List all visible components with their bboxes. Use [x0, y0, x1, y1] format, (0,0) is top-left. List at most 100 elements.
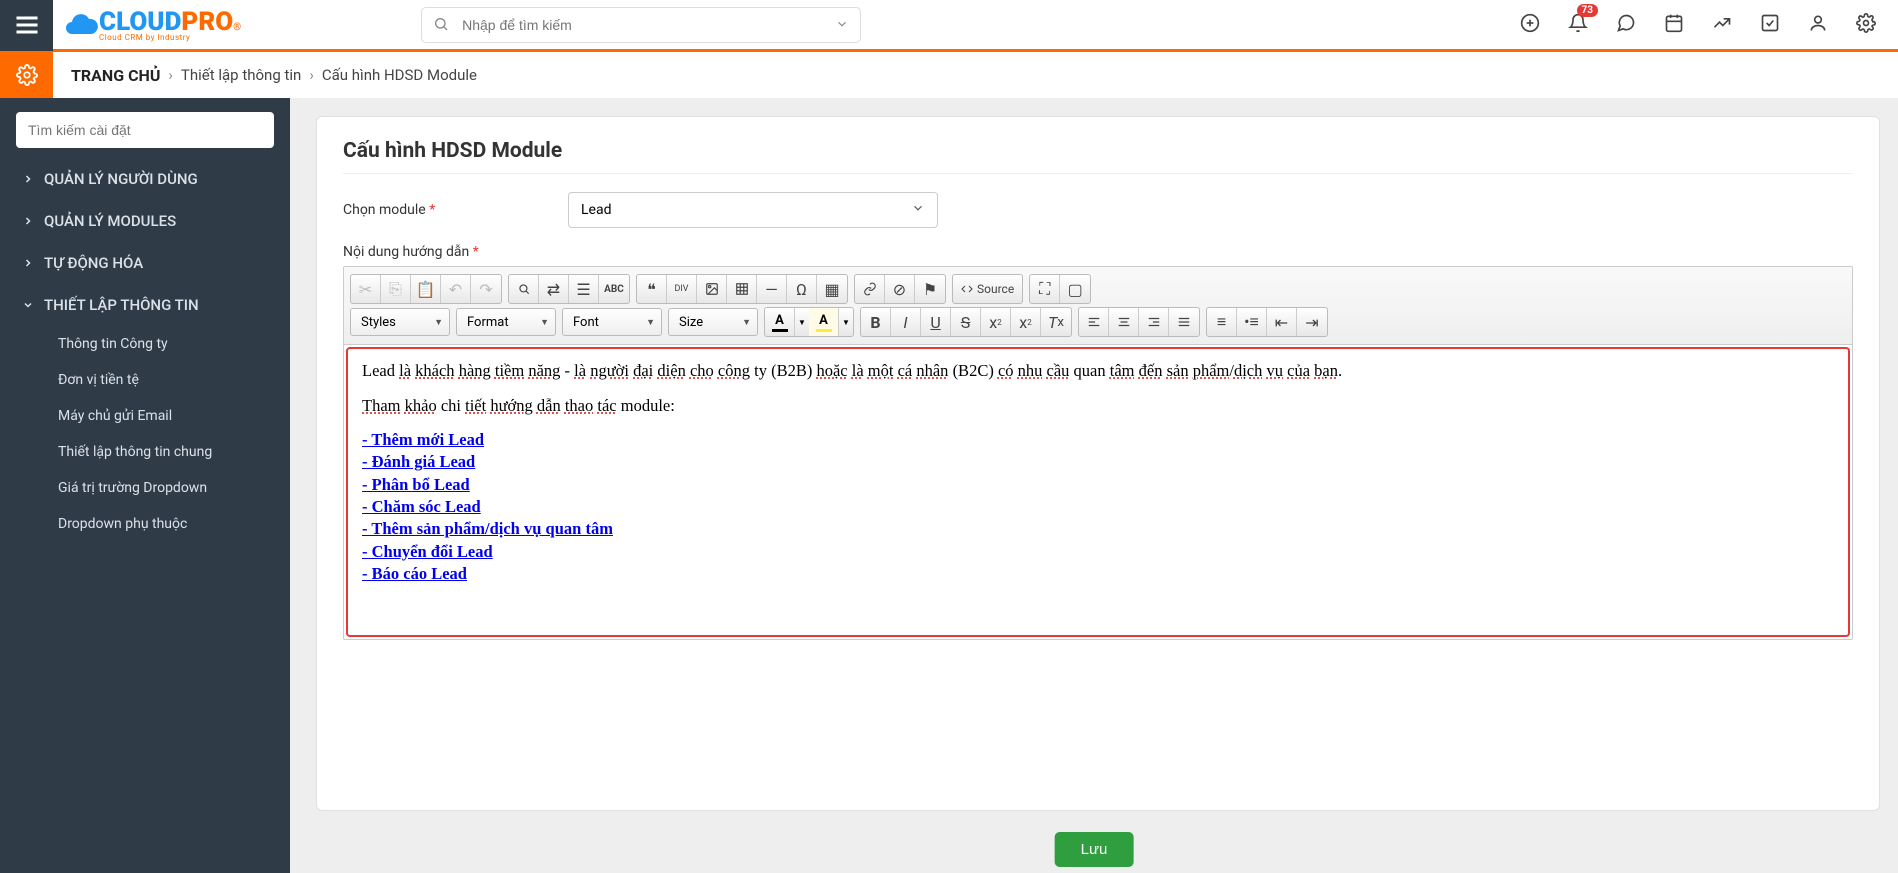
editor-link[interactable]: - Báo cáo Lead	[362, 564, 467, 583]
bg-color-button[interactable]: A	[809, 308, 839, 336]
unlink-icon[interactable]: ⊘	[885, 275, 915, 303]
editor-link[interactable]: - Chăm sóc Lead	[362, 497, 481, 516]
chart-icon[interactable]	[1712, 13, 1732, 37]
editor-link[interactable]: - Thêm sản phẩm/dịch vụ quan tâm	[362, 519, 613, 538]
save-button[interactable]: Lưu	[1055, 832, 1134, 867]
indent-icon[interactable]: ⇥	[1297, 308, 1327, 336]
editor-link[interactable]: - Thêm mới Lead	[362, 430, 484, 449]
bell-icon[interactable]: 73	[1568, 13, 1588, 37]
align-left-icon[interactable]	[1079, 308, 1109, 336]
sidebar: QUẢN LÝ NGƯỜI DÙNG QUẢN LÝ MODULESTỰ ĐỘNG…	[0, 98, 290, 873]
editor-toolbar: ✂ ⎘ 📋 ↶ ↷ ⇄ ☰ ABC ❝	[344, 267, 1852, 345]
config-card: Cấu hình HDSD Module Chọn module * Lead …	[316, 116, 1880, 811]
anchor-icon[interactable]: ⚑	[915, 275, 945, 303]
page-title: Cấu hình HDSD Module	[343, 139, 1853, 163]
chevron-down-icon	[911, 201, 925, 219]
align-justify-icon[interactable]	[1169, 308, 1199, 336]
content-area: Cấu hình HDSD Module Chọn module * Lead …	[290, 98, 1898, 873]
gear-icon[interactable]	[1856, 13, 1876, 37]
breadcrumb-bar: TRANG CHỦ › Thiết lập thông tin › Cấu hì…	[0, 52, 1898, 98]
logo[interactable]: CLOUDPRO® Cloud CRM by Industry	[53, 7, 251, 43]
italic-icon[interactable]: I	[891, 308, 921, 336]
check-icon[interactable]	[1760, 13, 1780, 37]
top-bar: CLOUDPRO® Cloud CRM by Industry 73	[0, 0, 1898, 52]
link-icon[interactable]	[855, 275, 885, 303]
source-button[interactable]: Source	[953, 275, 1022, 303]
module-select[interactable]: Lead	[568, 192, 938, 228]
hamburger-menu[interactable]	[0, 0, 53, 51]
size-combo[interactable]: Size▼	[668, 308, 758, 336]
breadcrumb-home[interactable]: TRANG CHỦ	[71, 66, 160, 85]
chevron-right-icon: ›	[168, 66, 173, 84]
sidebar-section[interactable]: QUẢN LÝ NGƯỜI DÙNG	[0, 158, 290, 200]
styles-combo[interactable]: Styles▼	[350, 308, 450, 336]
sidebar-subitem[interactable]: Máy chủ gửi Email	[0, 398, 290, 434]
selectall-icon[interactable]: ☰	[569, 275, 599, 303]
numbered-list-icon[interactable]: ≡	[1207, 308, 1237, 336]
sidebar-section-label: QUẢN LÝ NGƯỜI DÙNG	[44, 170, 198, 188]
find-icon[interactable]	[509, 275, 539, 303]
chevron-down-icon[interactable]: ▼	[795, 308, 809, 336]
replace-icon[interactable]: ⇄	[539, 275, 569, 303]
quote-icon[interactable]: ❝	[637, 275, 667, 303]
redo-icon[interactable]: ↷	[471, 275, 501, 303]
subscript-icon[interactable]: x2	[981, 308, 1011, 336]
outdent-icon[interactable]: ⇤	[1267, 308, 1297, 336]
sidebar-section[interactable]: QUẢN LÝ MODULES	[0, 200, 290, 242]
plus-icon[interactable]	[1520, 13, 1540, 37]
remove-format-icon[interactable]: Tx	[1041, 308, 1071, 336]
underline-icon[interactable]: U	[921, 308, 951, 336]
paste-icon[interactable]: 📋	[411, 275, 441, 303]
font-combo[interactable]: Font▼	[562, 308, 662, 336]
chat-icon[interactable]	[1616, 13, 1636, 37]
sidebar-section[interactable]: TỰ ĐỘNG HÓA	[0, 242, 290, 284]
chevron-down-icon[interactable]: ▼	[839, 308, 853, 336]
notification-badge: 73	[1577, 4, 1598, 17]
editor-link[interactable]: - Đánh giá Lead	[362, 452, 475, 471]
iframe-icon[interactable]: ▦	[817, 275, 847, 303]
image-icon[interactable]	[697, 275, 727, 303]
superscript-icon[interactable]: x2	[1011, 308, 1041, 336]
bold-icon[interactable]: B	[861, 308, 891, 336]
chevron-icon	[22, 257, 34, 269]
chevron-down-icon[interactable]	[835, 16, 849, 35]
sidebar-section[interactable]: THIẾT LẬP THÔNG TIN	[0, 284, 290, 326]
settings-gear-icon[interactable]	[0, 52, 53, 98]
bullet-list-icon[interactable]: •≡	[1237, 308, 1267, 336]
sidebar-subitem[interactable]: Đơn vị tiền tệ	[0, 362, 290, 398]
settings-search-input[interactable]	[16, 112, 274, 148]
breadcrumb-level2: Cấu hình HDSD Module	[322, 66, 477, 84]
sidebar-subitem[interactable]: Thông tin Công ty	[0, 326, 290, 362]
chevron-icon	[22, 173, 34, 185]
breadcrumb-level1[interactable]: Thiết lập thông tin	[181, 66, 301, 84]
special-char-icon[interactable]: Ω	[787, 275, 817, 303]
global-search	[421, 7, 861, 43]
undo-icon[interactable]: ↶	[441, 275, 471, 303]
editor-content[interactable]: Lead là khách hàng tiềm năng - là người …	[346, 347, 1850, 637]
sidebar-subitem[interactable]: Giá trị trường Dropdown	[0, 470, 290, 506]
hr-icon[interactable]: ―	[757, 275, 787, 303]
strike-icon[interactable]: S	[951, 308, 981, 336]
user-icon[interactable]	[1808, 13, 1828, 37]
editor-link[interactable]: - Chuyển đổi Lead	[362, 542, 493, 561]
align-right-icon[interactable]	[1139, 308, 1169, 336]
spellcheck-icon[interactable]: ABC	[599, 275, 629, 303]
sidebar-subitem[interactable]: Thiết lập thông tin chung	[0, 434, 290, 470]
div-icon[interactable]: DIV	[667, 275, 697, 303]
copy-icon[interactable]: ⎘	[381, 275, 411, 303]
editor-link[interactable]: - Phân bổ Lead	[362, 475, 470, 494]
table-icon[interactable]	[727, 275, 757, 303]
maximize-icon[interactable]: ⛶	[1030, 275, 1060, 303]
align-center-icon[interactable]	[1109, 308, 1139, 336]
format-combo[interactable]: Format▼	[456, 308, 556, 336]
global-search-input[interactable]	[421, 7, 861, 43]
top-icon-row: 73	[1520, 13, 1898, 37]
search-icon	[433, 16, 449, 36]
cut-icon[interactable]: ✂	[351, 275, 381, 303]
calendar-icon[interactable]	[1664, 13, 1684, 37]
rich-text-editor: ✂ ⎘ 📋 ↶ ↷ ⇄ ☰ ABC ❝	[343, 266, 1853, 640]
sidebar-subitem[interactable]: Dropdown phụ thuộc	[0, 506, 290, 542]
showblocks-icon[interactable]: ▢	[1060, 275, 1090, 303]
module-label: Chọn module *	[343, 202, 568, 218]
text-color-button[interactable]: A	[765, 308, 795, 336]
